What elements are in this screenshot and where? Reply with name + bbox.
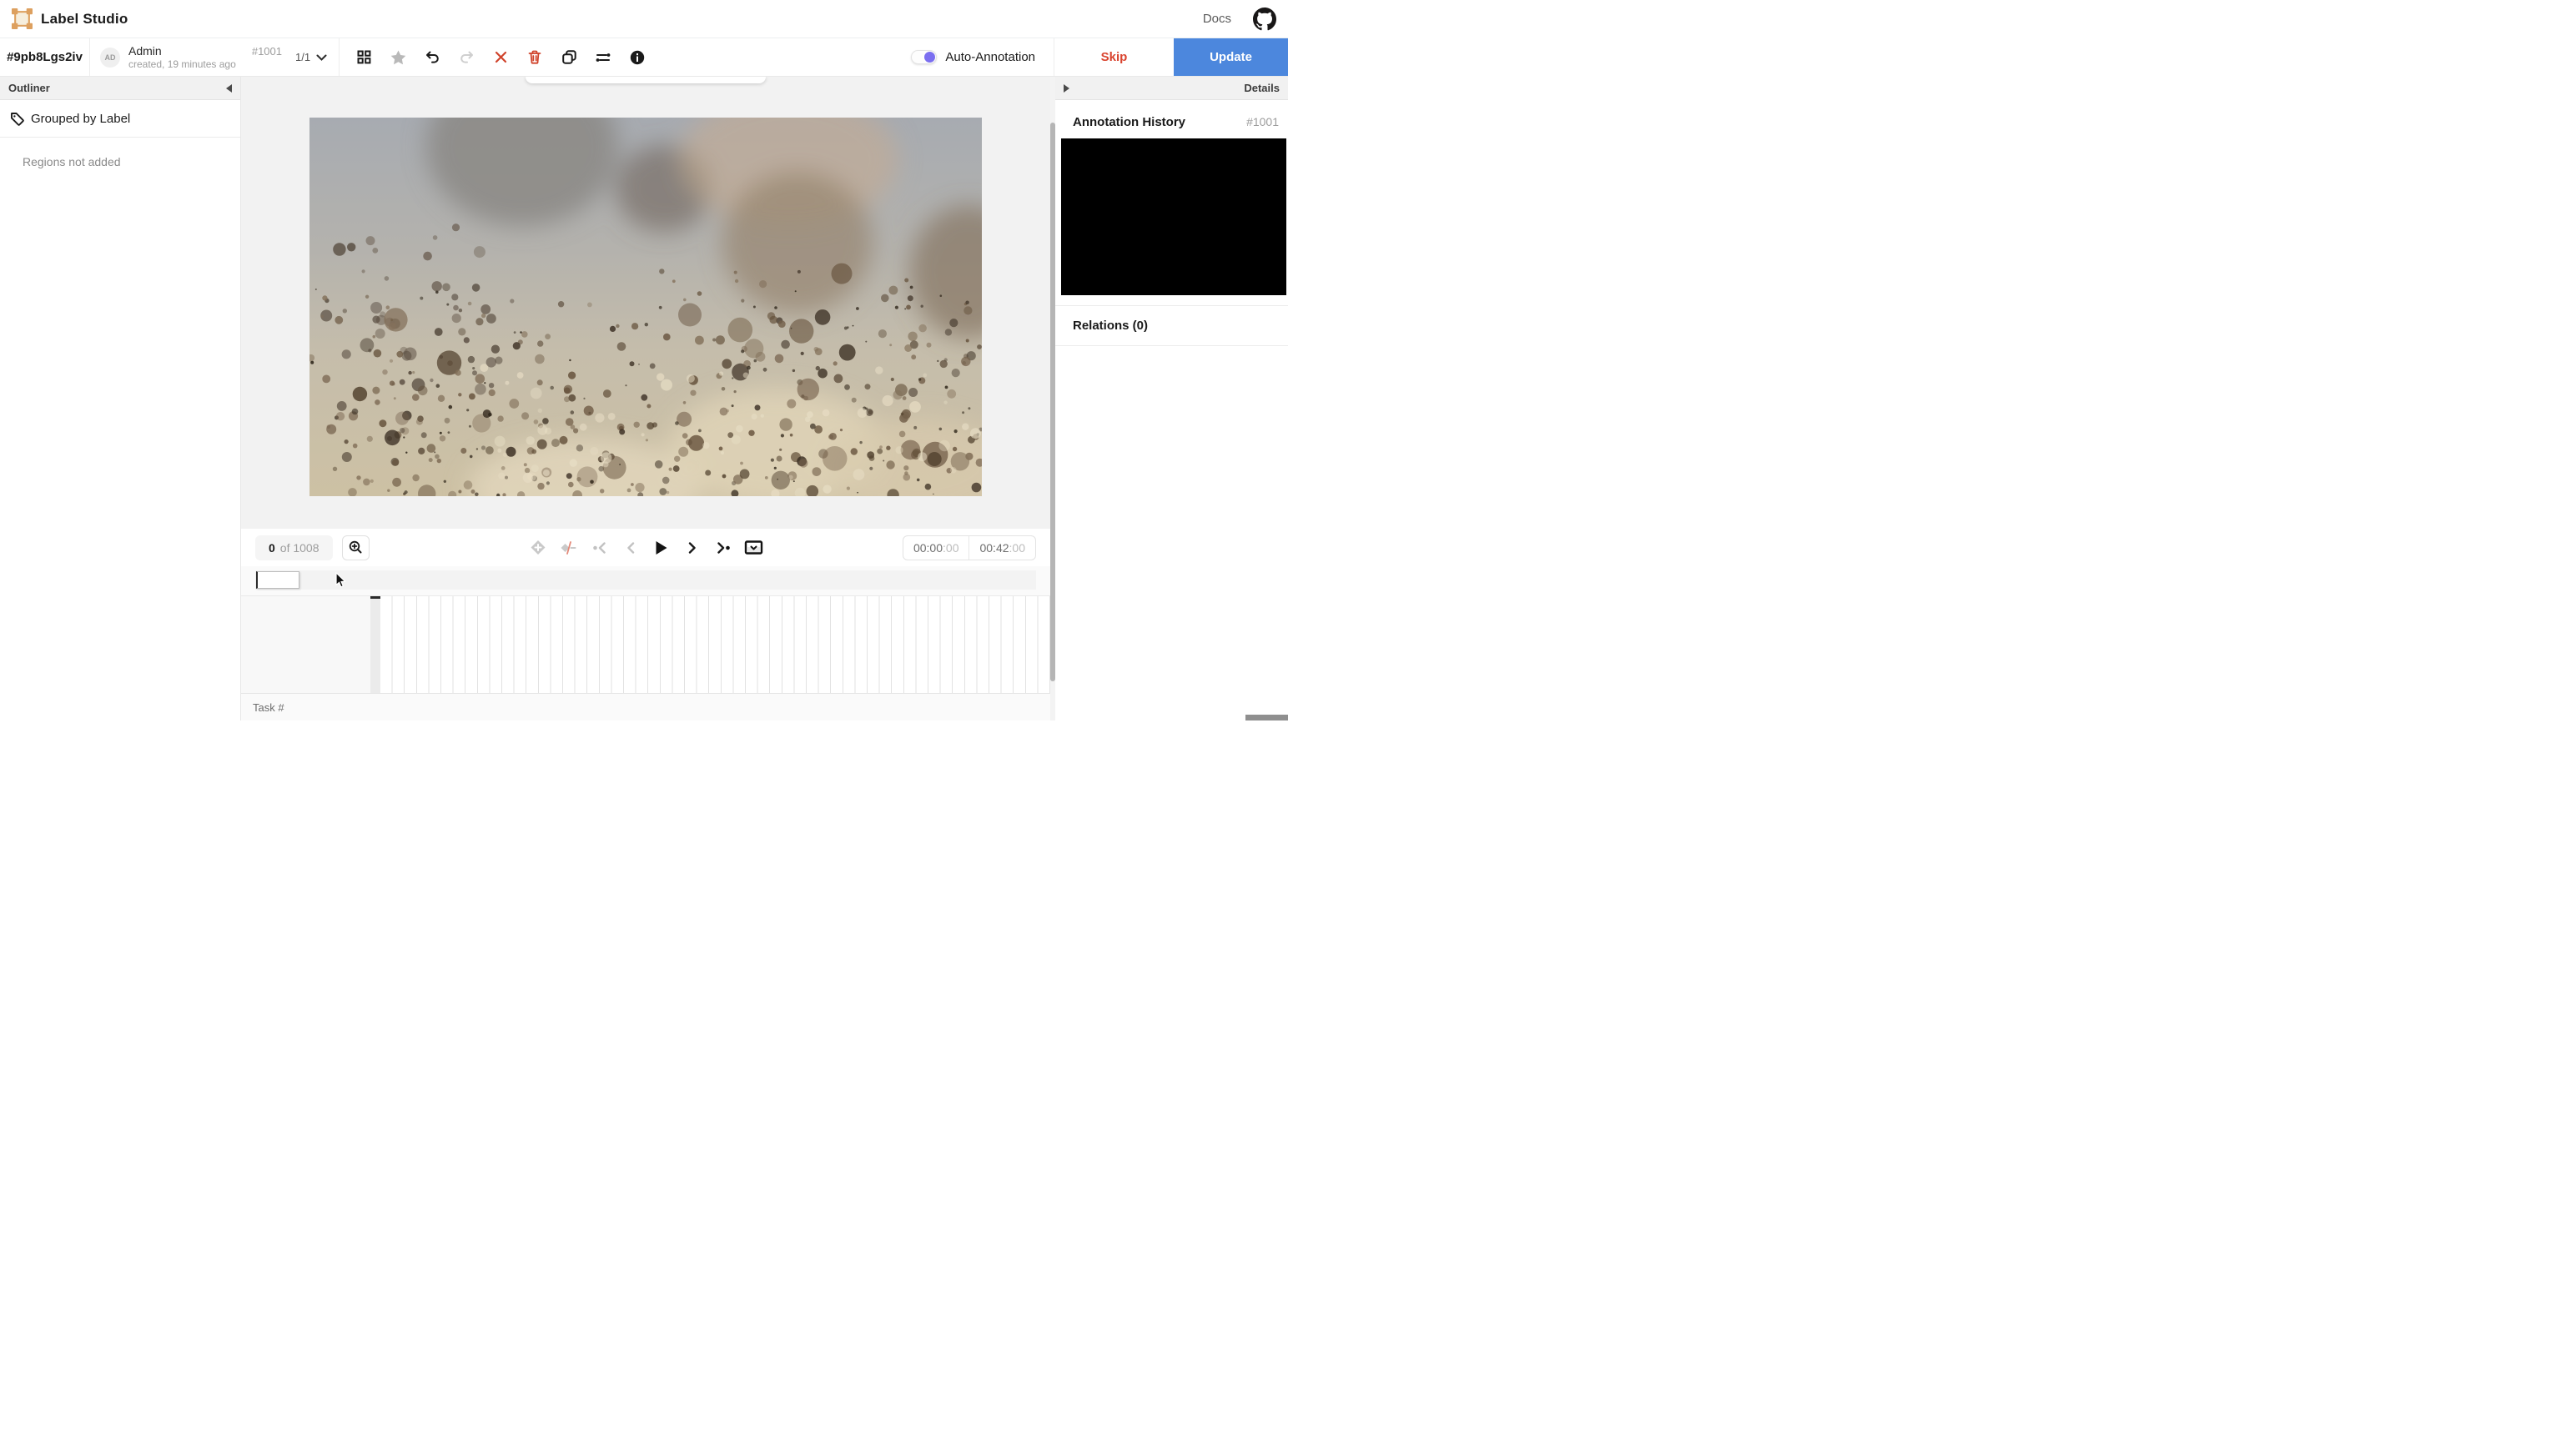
video-controls-bar: 0 of 1008 (241, 529, 1050, 566)
annotation-created-info: created, 19 minutes ago (128, 58, 282, 70)
github-icon[interactable] (1253, 8, 1276, 31)
timeline-playhead-column[interactable] (370, 596, 380, 693)
auto-annotation-block: Auto-Annotation (911, 38, 1054, 76)
frame-counter[interactable]: 0 of 1008 (255, 535, 333, 560)
main-annotation-area: 0 of 1008 (241, 77, 1050, 720)
task-footer-label: Task # (253, 701, 284, 714)
time-position: 00:00:00 (903, 541, 969, 555)
docs-link[interactable]: Docs (1203, 12, 1231, 26)
timeline-frames-grid[interactable] (380, 596, 1050, 693)
chevron-down-icon (316, 54, 327, 61)
playback-controls (529, 539, 763, 557)
tag-icon (10, 112, 24, 126)
pager-count: 1/1 (295, 51, 310, 63)
timeline-overlay-icon[interactable] (745, 539, 763, 557)
frame-total: of 1008 (280, 541, 319, 555)
relations-label: Relations (0) (1073, 319, 1148, 333)
playhead-tick (370, 596, 380, 599)
scrollbar-thumb[interactable] (1050, 123, 1055, 681)
annotation-history-title: Annotation History (1073, 115, 1185, 129)
grouping-label: Grouped by Label (31, 112, 130, 126)
frame-current: 0 (269, 541, 275, 555)
annotator-name: Admin (128, 44, 162, 58)
add-keyframe-icon[interactable] (529, 539, 547, 557)
undo-icon[interactable] (421, 47, 443, 68)
outliner-panel: Outliner Grouped by Label Regions not ad… (0, 77, 241, 720)
skip-button[interactable]: Skip (1054, 38, 1174, 76)
outliner-title: Outliner (8, 82, 50, 94)
star-icon[interactable] (387, 47, 409, 68)
next-frame-icon[interactable] (683, 539, 702, 557)
task-id: #9pb8Lgs2iv (0, 38, 90, 76)
timeline-zoom-button[interactable] (342, 535, 370, 560)
next-keyframe-icon[interactable] (714, 539, 732, 557)
auto-annotation-label: Auto-Annotation (945, 50, 1035, 64)
relations-swap-icon[interactable] (592, 47, 614, 68)
update-button[interactable]: Update (1174, 38, 1288, 76)
annotation-history-id: #1001 (1246, 115, 1279, 128)
regions-empty-message: Regions not added (0, 138, 240, 168)
task-footer: Task # (241, 693, 1050, 720)
details-panel: Details Annotation History #1001 Relatio… (1055, 77, 1288, 720)
redo-icon[interactable] (455, 47, 477, 68)
timeline-frames-area (241, 595, 1050, 693)
label-studio-logo-icon (12, 8, 33, 29)
collapse-details-icon[interactable] (1064, 84, 1069, 93)
mouse-cursor (335, 572, 346, 589)
previous-keyframe-icon[interactable] (591, 539, 609, 557)
avatar: AD (100, 48, 120, 68)
details-title: Details (1244, 82, 1280, 94)
zoom-in-icon (349, 540, 363, 555)
previous-frame-icon[interactable] (621, 539, 640, 557)
collapse-outliner-icon[interactable] (226, 84, 232, 93)
play-icon[interactable] (652, 539, 671, 557)
video-frame[interactable] (309, 118, 982, 496)
info-icon[interactable] (626, 47, 648, 68)
toggle-knob (924, 52, 935, 63)
time-display: 00:00:00 00:42:00 (903, 535, 1036, 560)
annotation-pager[interactable]: 1/1 (292, 38, 340, 76)
toolbar-actions (340, 38, 657, 76)
timeline-labels-column (241, 596, 370, 693)
annotator-block[interactable]: AD Admin #1001 created, 19 minutes ago (90, 38, 292, 76)
duplicate-icon[interactable] (558, 47, 580, 68)
delete-icon[interactable] (524, 47, 546, 68)
auto-annotation-toggle[interactable] (911, 50, 937, 64)
video-canvas-area (241, 77, 1050, 529)
interpolation-icon[interactable] (560, 539, 578, 557)
app-header: Label Studio Docs (0, 0, 1288, 38)
main-vertical-scrollbar[interactable] (1050, 77, 1055, 720)
annotation-history-preview[interactable] (1061, 138, 1286, 295)
annotation-id: #1001 (252, 45, 282, 58)
app-title: Label Studio (41, 11, 128, 28)
grouped-by-label-control[interactable]: Grouped by Label (0, 100, 240, 138)
annotation-toolbar: #9pb8Lgs2iv AD Admin #1001 created, 19 m… (0, 38, 1288, 77)
seeker-viewport-handle[interactable] (256, 571, 299, 589)
time-duration: 00:42:00 (969, 541, 1035, 555)
floating-toolbar-edge (526, 77, 766, 83)
horizontal-scrollbar-thumb[interactable] (1245, 715, 1288, 720)
reject-icon[interactable] (490, 47, 511, 68)
grid-view-icon[interactable] (353, 47, 375, 68)
timeline-seeker[interactable] (255, 570, 1036, 590)
